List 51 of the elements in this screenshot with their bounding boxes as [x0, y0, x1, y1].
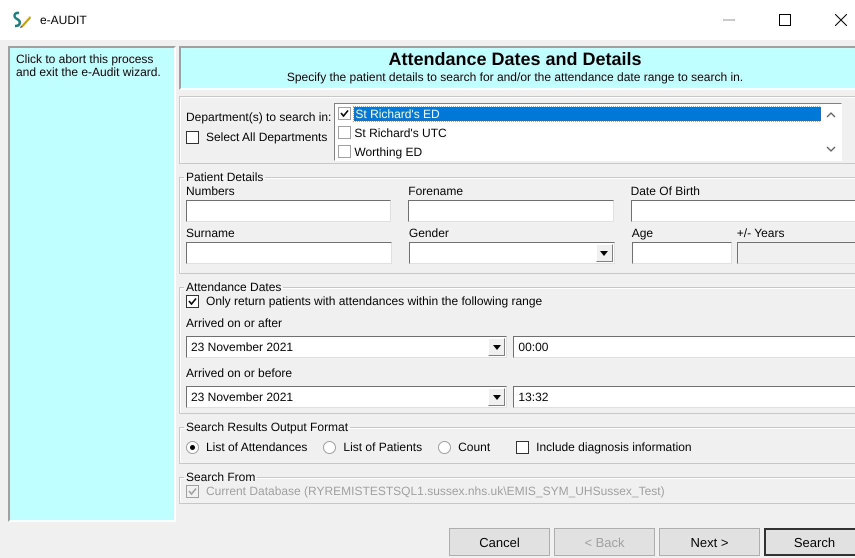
window-title: e-AUDIT: [40, 13, 87, 27]
field-label: Date Of Birth: [630, 184, 701, 198]
app-logo-icon: [12, 11, 32, 29]
input-field[interactable]: [632, 242, 732, 264]
department-item[interactable]: St Richard's UTC: [335, 123, 822, 142]
wizard-button[interactable]: Next >: [659, 528, 760, 556]
abort-panel[interactable]: Click to abort this process and exit the e-Audit wizard.: [8, 46, 176, 522]
field-label: Age: [632, 226, 654, 240]
date-dropdown[interactable]: 23 November 2021: [186, 386, 508, 408]
department-item[interactable]: Worthing ED: [335, 142, 822, 161]
group-legend: Search From: [184, 470, 258, 484]
field-label: Numbers: [186, 184, 236, 198]
chevron-up-icon[interactable]: [826, 112, 836, 118]
input-field[interactable]: [408, 200, 614, 222]
dropdown-arrow-icon: [492, 394, 501, 400]
time-field[interactable]: 13:32: [513, 386, 855, 408]
page-title: Attendance Dates and Details: [388, 48, 642, 70]
output-radio[interactable]: Count: [438, 440, 490, 454]
group-legend: Patient Details: [184, 170, 266, 184]
close-icon[interactable]: [835, 14, 847, 26]
maximize-icon[interactable]: [779, 14, 791, 26]
group-legend: Attendance Dates: [184, 280, 284, 294]
page-subtitle: Specify the patient details to search for and/or the attendance date range to search in.: [286, 70, 744, 84]
check-icon: [188, 296, 197, 306]
chevron-down-icon[interactable]: [826, 146, 836, 152]
check-icon: [340, 109, 350, 118]
dropdown-field[interactable]: [408, 242, 615, 264]
input-field[interactable]: [186, 200, 392, 222]
date-dropdown[interactable]: 23 November 2021: [186, 336, 508, 358]
select-all-checkbox[interactable]: Select All Departments: [186, 130, 332, 144]
time-field[interactable]: 00:00: [513, 336, 855, 358]
wizard-button[interactable]: Search: [764, 528, 855, 556]
dropdown-arrow-icon: [600, 250, 608, 256]
group-legend: Search Results Output Format: [184, 420, 350, 434]
field-label: Arrived on or after: [186, 316, 284, 330]
output-radio[interactable]: List of Attendances: [186, 440, 308, 454]
field-label: Forename: [408, 184, 464, 198]
range-checkbox[interactable]: Only return patients with attendances within the following range: [186, 294, 855, 308]
check-icon: [188, 486, 197, 496]
field-label: Gender: [408, 226, 450, 240]
output-radio[interactable]: List of Patients: [323, 440, 422, 454]
field-label: Surname: [186, 226, 236, 240]
wizard-button[interactable]: Cancel: [449, 528, 550, 556]
departments-label: Department(s) to search in:: [186, 110, 332, 124]
departments-list[interactable]: St Richard's ED St Richard's UTC Worthing ED: [334, 103, 842, 161]
diagnosis-checkbox[interactable]: Include diagnosis information: [516, 440, 692, 454]
field-label: +/- Years: [736, 226, 786, 240]
input-field[interactable]: [630, 200, 855, 222]
field-label: Arrived on or before: [186, 366, 294, 380]
input-field[interactable]: [186, 242, 392, 264]
dropdown-arrow-icon: [492, 344, 501, 350]
